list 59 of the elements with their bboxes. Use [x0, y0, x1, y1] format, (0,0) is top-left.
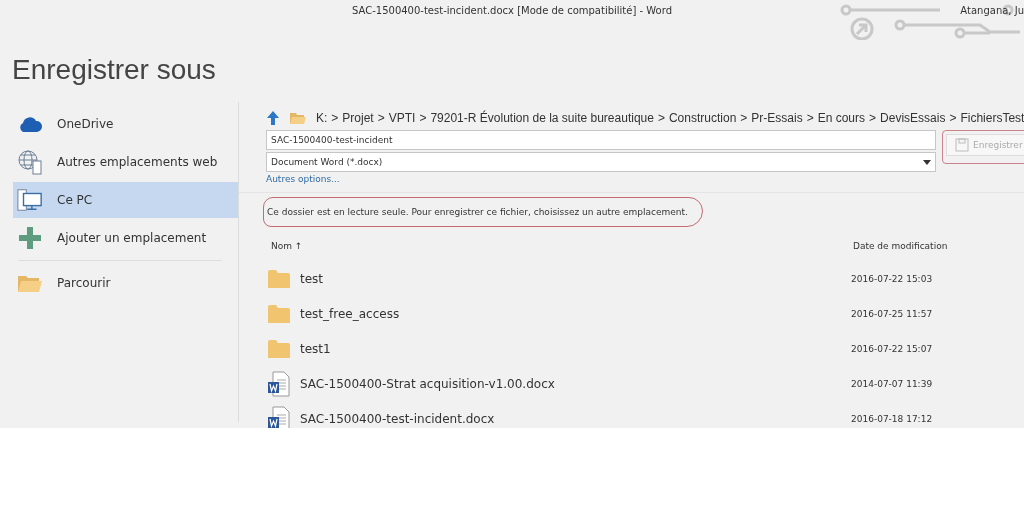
location-item[interactable]: Ce PC	[13, 182, 238, 218]
file-row[interactable]: SAC-1500400-Strat acquisition-v1.00.docx 2014-07-07 11:39	[266, 366, 1024, 401]
path-separator: >	[657, 111, 665, 125]
file-row[interactable]: test 2016-07-22 15:03	[266, 261, 1024, 296]
path-separator: >	[806, 111, 814, 125]
up-arrow-icon[interactable]	[266, 110, 280, 126]
file-row[interactable]: SAC-1500400-test-incident.docx 2016-07-18 17:12	[266, 401, 1024, 428]
file-name: SAC-1500400-test-incident.docx	[300, 411, 496, 426]
file-date: 2016-07-18 17:12	[851, 413, 933, 424]
path-separator: >	[949, 111, 957, 125]
file-name: test1	[300, 341, 332, 356]
file-row[interactable]: test1 2016-07-22 15:07	[266, 331, 1024, 366]
file-date: 2016-07-25 11:57	[851, 308, 933, 319]
location-item[interactable]: Ajouter un emplacement	[13, 220, 238, 256]
path-segment[interactable]: 79201-R Évolution de la suite bureautique	[430, 111, 654, 125]
path-segment[interactable]: Construction	[668, 111, 737, 125]
path-segment[interactable]: FichiersTest	[960, 111, 1024, 125]
folder-icon	[17, 273, 43, 293]
path-segment[interactable]: En cours	[817, 111, 866, 125]
word-document-icon	[268, 370, 290, 397]
page-heading: Enregistrer sous	[12, 54, 217, 87]
file-row[interactable]: test_free_access 2016-07-25 11:57	[266, 296, 1024, 331]
location-item[interactable]: Parcourir	[13, 265, 238, 301]
path-separator: >	[419, 111, 427, 125]
file-date: 2016-07-22 15:03	[851, 273, 933, 284]
folder-icon	[268, 269, 290, 288]
file-date: 2014-07-07 11:39	[851, 378, 933, 389]
name-column-header[interactable]: Nom ↑	[266, 241, 853, 261]
folder-icon	[268, 339, 290, 358]
file-name: test	[300, 271, 325, 286]
folder-icon	[290, 111, 306, 125]
plus-icon	[17, 226, 43, 250]
date-column-header[interactable]: Date de modification	[853, 241, 948, 261]
save-icon	[955, 138, 969, 152]
path-separator: >	[740, 111, 748, 125]
user-name[interactable]: Atangana, Ju	[960, 5, 1024, 16]
computer-icon	[17, 187, 43, 213]
globe-icon	[17, 149, 43, 175]
path-separator: >	[377, 111, 385, 125]
folder-icon	[268, 304, 290, 323]
path-segment[interactable]: DevisEssais	[880, 111, 946, 125]
cloud-icon	[17, 115, 43, 133]
path-segment[interactable]: VPTI	[388, 111, 416, 125]
filename-field[interactable]: SAC-1500400-test-incident	[266, 130, 936, 150]
caret-icon	[923, 159, 931, 165]
more-options-link[interactable]: Autres options...	[266, 174, 936, 184]
file-name: test_free_access	[300, 306, 401, 321]
word-document-icon	[268, 405, 290, 428]
path-separator: >	[869, 111, 877, 125]
window-title: SAC-1500400-test-incident.docx [Mode de compatibilité] - Word	[352, 5, 672, 18]
location-item[interactable]: Autres emplacements web	[13, 144, 238, 180]
path-segment[interactable]: Pr-Essais	[751, 111, 803, 125]
location-item[interactable]: OneDrive	[13, 106, 238, 142]
filetype-dropdown[interactable]: Document Word (*.docx)	[266, 152, 936, 172]
file-date: 2016-07-22 15:07	[851, 343, 933, 354]
path-segment[interactable]: Projet	[342, 111, 374, 125]
path-separator: >	[331, 111, 339, 125]
file-name: SAC-1500400-Strat acquisition-v1.00.docx	[300, 376, 556, 391]
path-segment[interactable]: K:	[316, 111, 328, 125]
